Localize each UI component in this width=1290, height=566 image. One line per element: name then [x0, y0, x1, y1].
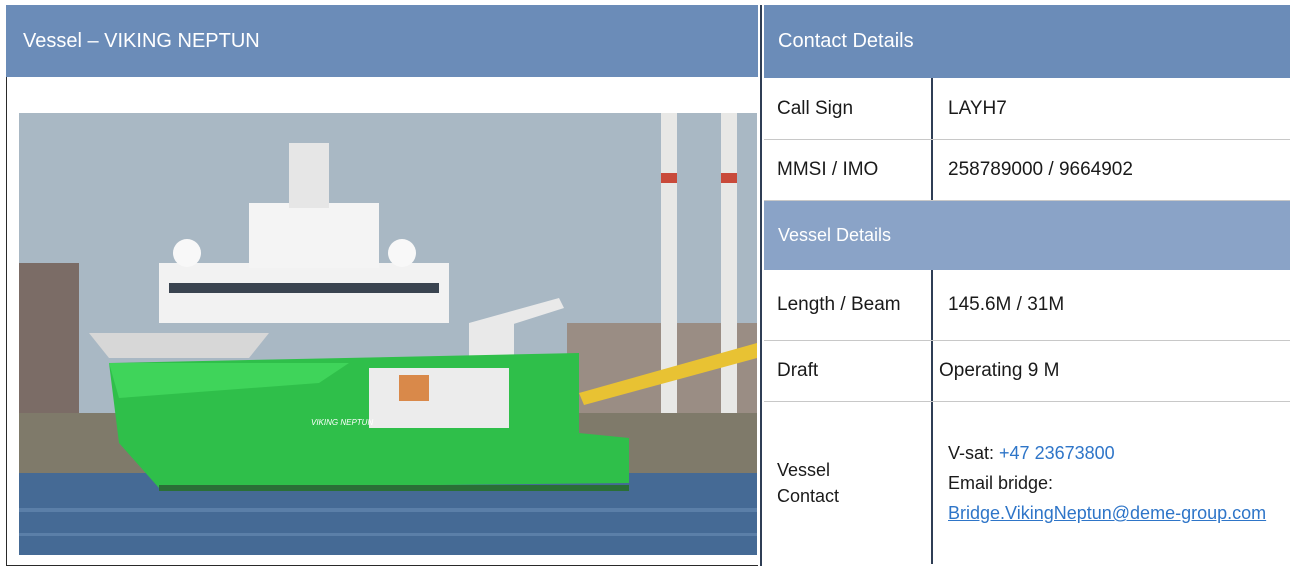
contact-details-title: Contact Details [778, 30, 914, 52]
length-beam-value: 145.6M / 31M [948, 294, 1065, 315]
length-beam-label: Length / Beam [764, 270, 933, 340]
vessel-contact-label: Vessel Contact [764, 402, 933, 564]
panel-divider [760, 5, 762, 566]
vessel-panel-header: Vessel – VIKING NEPTUN [6, 5, 758, 77]
contact-details-header: Contact Details [764, 5, 1290, 78]
row-length-beam: Length / Beam 145.6M / 31M [764, 270, 1290, 341]
draft-label: Draft [764, 341, 933, 401]
vessel-details-title: Vessel Details [778, 225, 892, 245]
hull-name-text: VIKING NEPTUN [311, 418, 373, 427]
row-mmsi-imo: MMSI / IMO 258789000 / 9664902 [764, 140, 1290, 201]
row-vessel-contact: Vessel Contact V-sat: +47 23673800 Email… [764, 402, 1290, 564]
vessel-title: Vessel – VIKING NEPTUN [23, 29, 260, 52]
call-sign-value: LAYH7 [948, 97, 1007, 119]
vsat-label: V-sat: [948, 443, 1000, 463]
row-draft: Draft Operating 9 M [764, 341, 1290, 402]
draft-value: Operating 9 M [939, 360, 1060, 381]
vessel-details-header: Vessel Details [764, 201, 1290, 270]
contact-details-panel: Contact Details Call Sign LAYH7 MMSI / I… [764, 5, 1290, 566]
bridge-email-link[interactable]: Bridge.VikingNeptun@deme-group.com [948, 501, 1268, 525]
vessel-photo-cell: VIKING NEPTUN [6, 77, 758, 566]
vsat-line: V-sat: +47 23673800 [948, 441, 1268, 465]
vsat-phone-link[interactable]: +47 23673800 [999, 443, 1115, 463]
mmsi-imo-label: MMSI / IMO [764, 140, 933, 200]
call-sign-label: Call Sign [764, 78, 933, 139]
vessel-photo: VIKING NEPTUN [19, 113, 757, 555]
email-label: Email bridge: [948, 473, 1054, 493]
mmsi-imo-value: 258789000 / 9664902 [948, 159, 1133, 180]
row-call-sign: Call Sign LAYH7 [764, 78, 1290, 140]
vessel-contact-value: V-sat: +47 23673800 Email bridge: Bridge… [933, 402, 1268, 564]
